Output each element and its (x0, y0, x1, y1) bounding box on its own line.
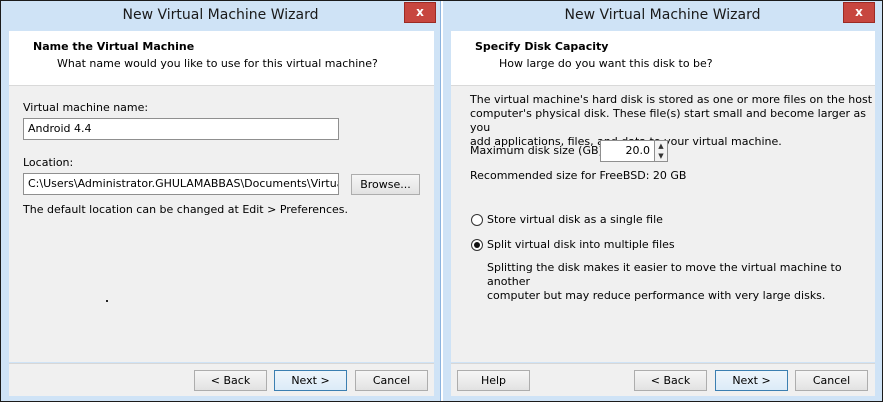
right-body-panel: The virtual machine's hard disk is store… (451, 86, 875, 362)
disk-description-line: The virtual machine's hard disk is store… (470, 93, 873, 106)
location-hint: The default location can be changed at E… (23, 203, 349, 216)
split-files-label[interactable]: Split virtual disk into multiple files (487, 238, 675, 251)
cancel-button[interactable]: Cancel (795, 370, 868, 391)
next-button[interactable]: Next > (274, 370, 347, 391)
next-button[interactable]: Next > (715, 370, 788, 391)
right-close-button[interactable]: x (843, 2, 875, 23)
left-body-panel: Virtual machine name: Android 4.4 Locati… (9, 86, 434, 362)
left-window-title: New Virtual Machine Wizard (122, 7, 319, 23)
recommended-size: Recommended size for FreeBSD: 20 GB (470, 169, 687, 182)
split-note-line: Splitting the disk makes it easier to mo… (487, 261, 842, 288)
right-header: Specify Disk Capacity How large do you w… (451, 31, 875, 86)
split-files-radio[interactable] (471, 239, 483, 251)
max-size-input[interactable]: 20.0 (600, 140, 655, 162)
right-window-title: New Virtual Machine Wizard (564, 7, 761, 23)
left-header-title: Name the Virtual Machine (33, 40, 195, 53)
location-input[interactable]: C:\Users\Administrator.GHULAMABBAS\Docum… (23, 173, 339, 195)
single-file-label[interactable]: Store virtual disk as a single file (487, 213, 663, 226)
left-header: Name the Virtual Machine What name would… (9, 31, 434, 86)
disk-description: The virtual machine's hard disk is store… (470, 93, 875, 149)
right-header-subtitle: How large do you want this disk to be? (499, 57, 713, 70)
single-file-radio[interactable] (471, 214, 483, 226)
cursor-dot (106, 300, 108, 302)
vm-name-input[interactable]: Android 4.4 (23, 118, 339, 140)
help-button[interactable]: Help (457, 370, 530, 391)
max-size-label: Maximum disk size (GB): (470, 144, 607, 157)
location-label: Location: (23, 156, 74, 169)
spin-down-icon[interactable]: ▼ (655, 151, 667, 161)
vm-name-label: Virtual machine name: (23, 101, 149, 114)
cancel-button[interactable]: Cancel (355, 370, 428, 391)
split-note-line: computer but may reduce performance with… (487, 289, 826, 302)
browse-button[interactable]: Browse... (351, 174, 420, 195)
right-footer: Help < Back Next > Cancel (451, 363, 875, 396)
right-title-bar[interactable]: New Virtual Machine Wizard x (443, 1, 882, 31)
radio-selected-dot (474, 242, 480, 248)
left-title-bar[interactable]: New Virtual Machine Wizard x (1, 1, 440, 31)
left-wizard-window: New Virtual Machine Wizard x Name the Vi… (1, 1, 441, 401)
close-icon: x (416, 5, 424, 19)
spin-up-icon[interactable]: ▲ (655, 141, 667, 151)
right-wizard-window: New Virtual Machine Wizard x Specify Dis… (443, 1, 882, 401)
left-header-subtitle: What name would you like to use for this… (57, 57, 378, 70)
split-note: Splitting the disk makes it easier to mo… (487, 261, 875, 303)
right-header-title: Specify Disk Capacity (475, 40, 609, 53)
back-button[interactable]: < Back (194, 370, 267, 391)
back-button[interactable]: < Back (634, 370, 707, 391)
left-close-button[interactable]: x (404, 2, 436, 23)
disk-description-line: computer's physical disk. These file(s) … (470, 107, 867, 134)
close-icon: x (855, 5, 863, 19)
max-size-spinner[interactable]: ▲ ▼ (654, 140, 668, 162)
left-footer: < Back Next > Cancel (9, 363, 434, 396)
